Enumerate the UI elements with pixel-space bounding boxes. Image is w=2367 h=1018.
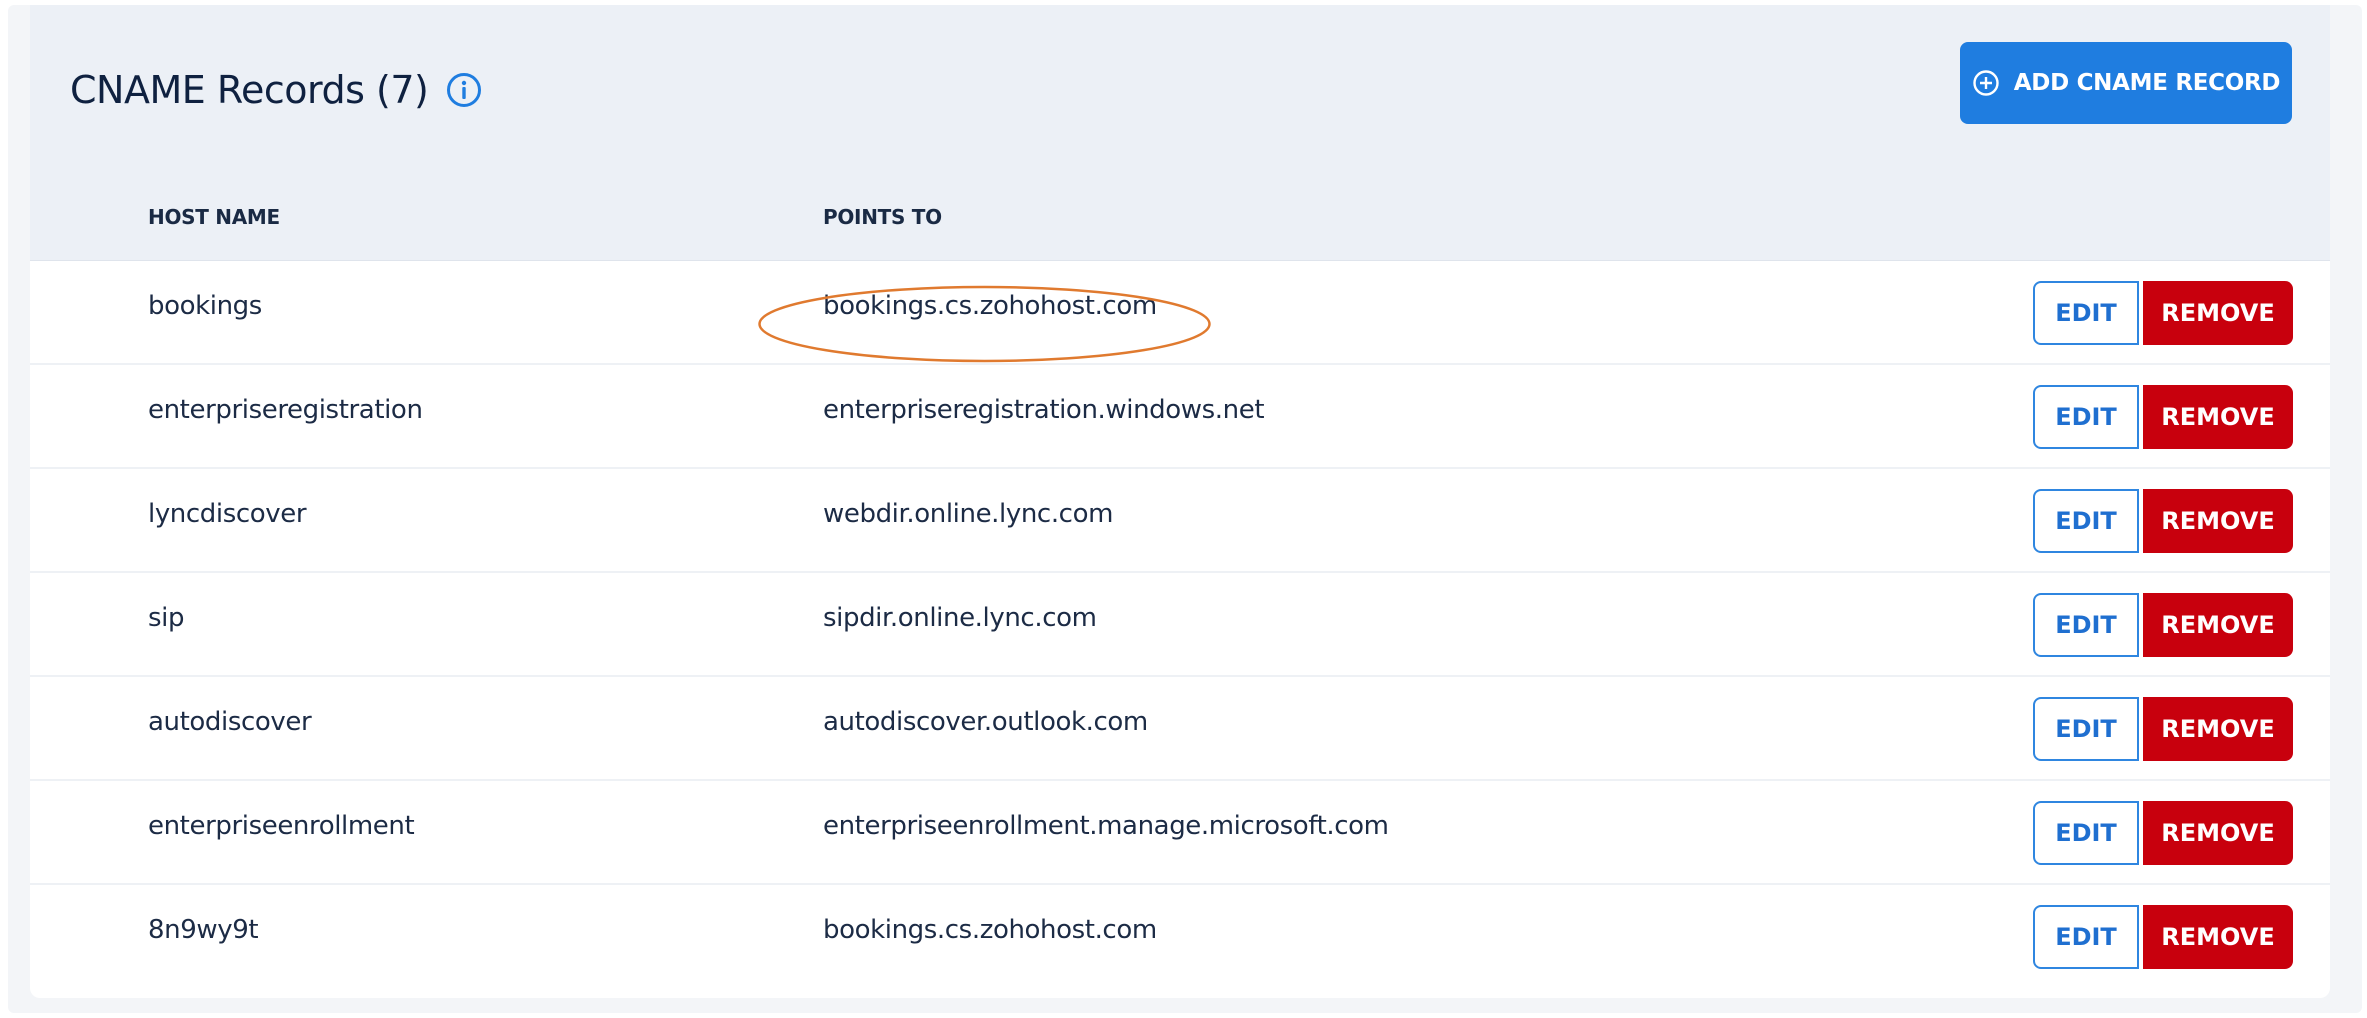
row-actions: EDIT REMOVE (2033, 385, 2293, 449)
remove-button[interactable]: REMOVE (2143, 801, 2293, 865)
row-actions: EDIT REMOVE (2033, 593, 2293, 657)
column-header-host-name: HOST NAME (148, 205, 280, 229)
host-name-cell: sip (148, 603, 185, 633)
table-row: enterpriseenrollment enterpriseenrollmen… (30, 781, 2330, 885)
page-title: CNAME Records (7) (70, 68, 429, 112)
table-row: lyncdiscover webdir.online.lync.com EDIT… (30, 469, 2330, 573)
table-row: sip sipdir.online.lync.com EDIT REMOVE (30, 573, 2330, 677)
host-name-cell: enterpriseenrollment (148, 811, 415, 841)
host-name-cell: bookings (148, 291, 262, 321)
table-row: bookings bookings.cs.zohohost.com EDIT R… (30, 261, 2330, 365)
table-header: HOST NAME POINTS TO (30, 175, 2330, 261)
add-cname-record-button[interactable]: ADD CNAME RECORD (1960, 42, 2292, 124)
edit-button[interactable]: EDIT (2033, 385, 2139, 449)
table-row: autodiscover autodiscover.outlook.com ED… (30, 677, 2330, 781)
page: CNAME Records (7) ADD CNAME RECORD HOST … (8, 5, 2362, 1013)
panel-header: CNAME Records (7) ADD CNAME RECORD (30, 5, 2330, 176)
row-actions: EDIT REMOVE (2033, 697, 2293, 761)
host-name-cell: 8n9wy9t (148, 915, 259, 945)
points-to-cell: autodiscover.outlook.com (823, 707, 1148, 737)
row-actions: EDIT REMOVE (2033, 905, 2293, 969)
edit-button[interactable]: EDIT (2033, 281, 2139, 345)
row-actions: EDIT REMOVE (2033, 281, 2293, 345)
points-to-cell: bookings.cs.zohohost.com (823, 915, 1157, 945)
edit-button[interactable]: EDIT (2033, 801, 2139, 865)
points-to-cell: webdir.online.lync.com (823, 499, 1114, 529)
remove-button[interactable]: REMOVE (2143, 385, 2293, 449)
cname-records-panel: CNAME Records (7) ADD CNAME RECORD HOST … (30, 5, 2330, 998)
remove-button[interactable]: REMOVE (2143, 281, 2293, 345)
add-cname-record-label: ADD CNAME RECORD (2013, 70, 2281, 96)
points-to-cell: bookings.cs.zohohost.com (823, 291, 1157, 321)
column-header-points-to: POINTS TO (823, 205, 942, 229)
points-to-cell: sipdir.online.lync.com (823, 603, 1097, 633)
points-to-cell: enterpriseenrollment.manage.microsoft.co… (823, 811, 1389, 841)
table-row: enterpriseregistration enterpriseregistr… (30, 365, 2330, 469)
row-actions: EDIT REMOVE (2033, 801, 2293, 865)
remove-button[interactable]: REMOVE (2143, 593, 2293, 657)
info-icon[interactable] (446, 72, 482, 108)
edit-button[interactable]: EDIT (2033, 489, 2139, 553)
host-name-cell: lyncdiscover (148, 499, 307, 529)
row-actions: EDIT REMOVE (2033, 489, 2293, 553)
edit-button[interactable]: EDIT (2033, 593, 2139, 657)
records-table-body: bookings bookings.cs.zohohost.com EDIT R… (30, 261, 2330, 989)
table-row: 8n9wy9t bookings.cs.zohohost.com EDIT RE… (30, 885, 2330, 989)
remove-button[interactable]: REMOVE (2143, 489, 2293, 553)
edit-button[interactable]: EDIT (2033, 905, 2139, 969)
remove-button[interactable]: REMOVE (2143, 905, 2293, 969)
title-wrap: CNAME Records (7) (70, 60, 482, 120)
plus-circle-icon (1973, 70, 1999, 96)
host-name-cell: enterpriseregistration (148, 395, 423, 425)
remove-button[interactable]: REMOVE (2143, 697, 2293, 761)
points-to-cell: enterpriseregistration.windows.net (823, 395, 1265, 425)
host-name-cell: autodiscover (148, 707, 312, 737)
edit-button[interactable]: EDIT (2033, 697, 2139, 761)
